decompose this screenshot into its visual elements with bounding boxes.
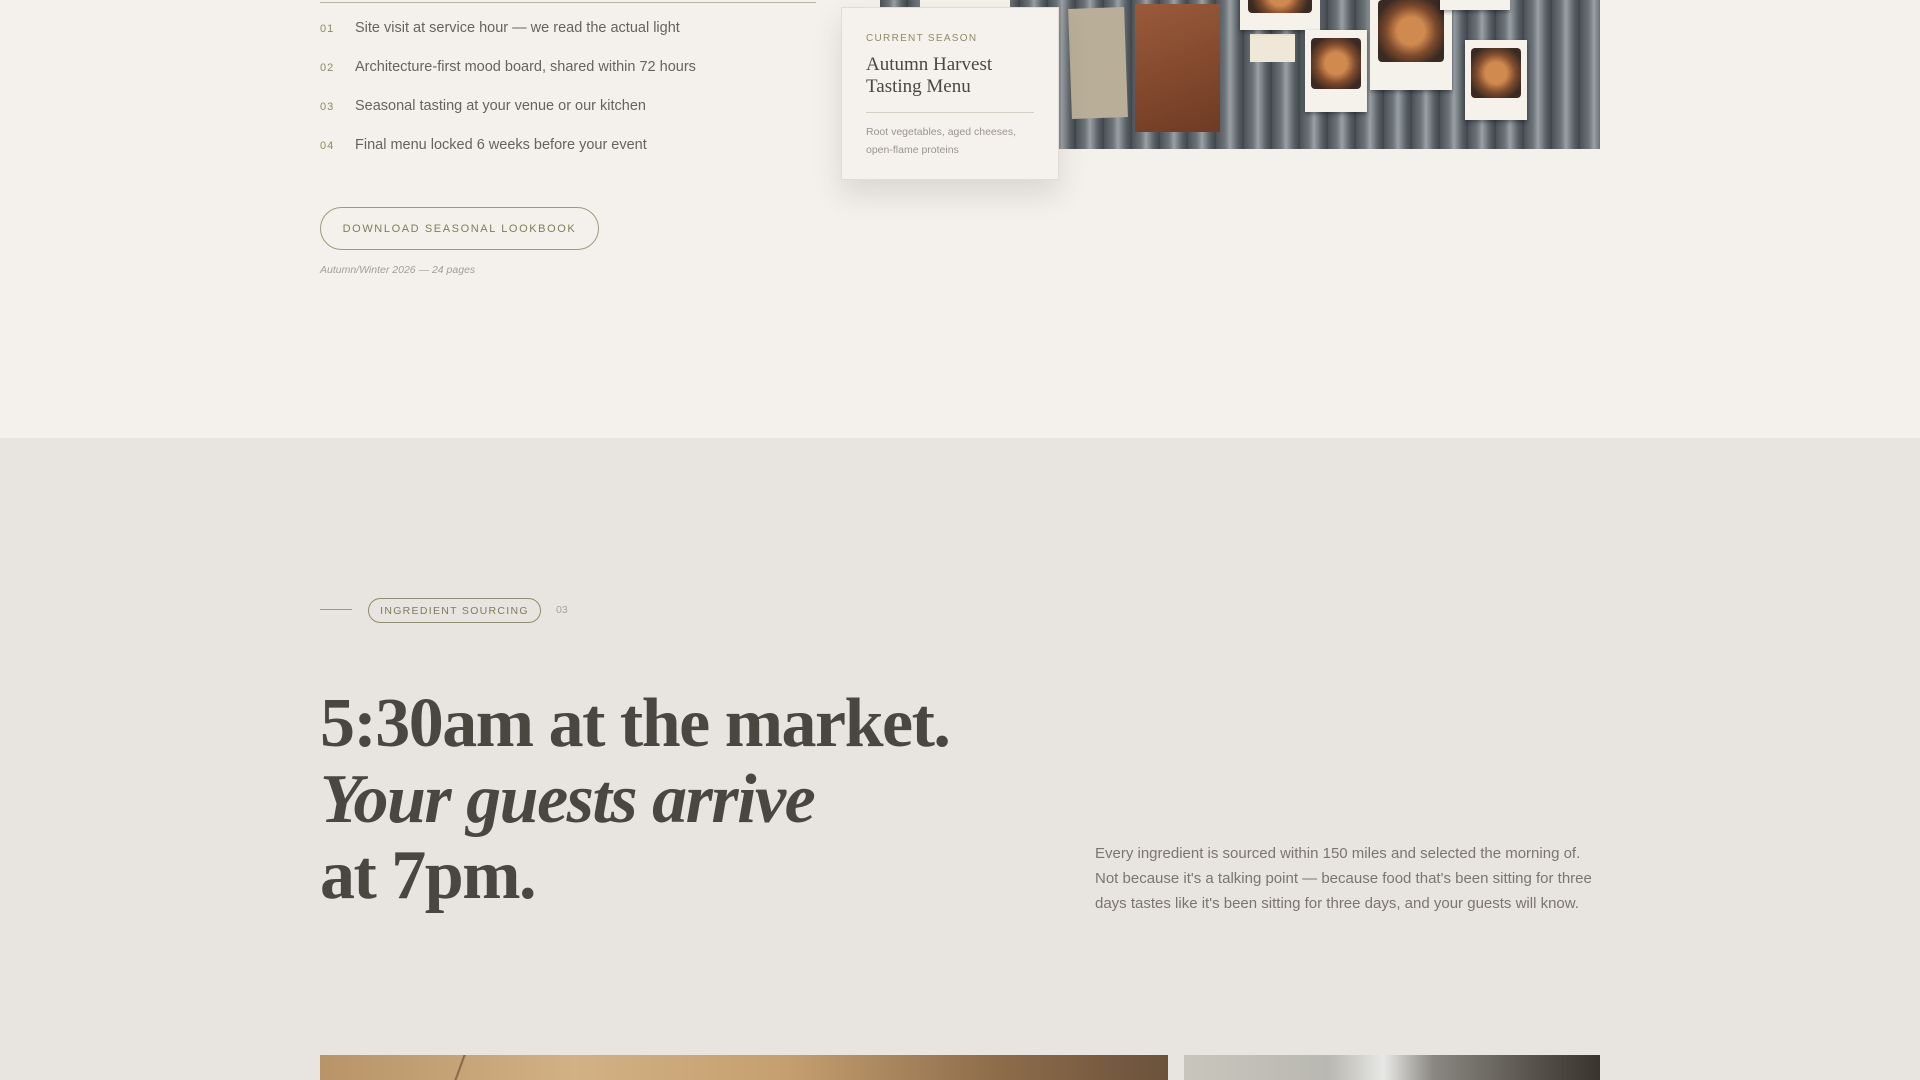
season-title: Autumn Harvest Tasting Menu [866,54,993,97]
step-text: Site visit at service hour — we read the… [355,20,680,36]
list-item: 01 Site visit at service hour — we read … [320,20,820,59]
current-season-card: CURRENT SEASON Autumn Harvest Tasting Me… [841,7,1059,180]
download-lookbook-button[interactable]: DOWNLOAD SEASONAL LOOKBOOK [320,207,599,250]
process-steps-list: 01 Site visit at service hour — we read … [320,20,820,176]
list-item: 03 Seasonal tasting at your venue or our… [320,98,820,137]
season-eyebrow: CURRENT SEASON [866,33,978,44]
section-body-text: Every ingredient is sourced within 150 m… [1095,845,1592,912]
list-item: 02 Architecture-first mood board, shared… [320,59,820,98]
section-number: 03 [556,604,568,616]
lookbook-meta: Autumn/Winter 2026 — 24 pages [320,264,476,276]
headline-line: at 7pm. [320,837,537,914]
kitchen-photo [1184,1055,1600,1080]
list-item: 04 Final menu locked 6 weeks before your… [320,137,820,176]
season-divider [866,112,1034,113]
step-number: 01 [320,23,335,35]
section-divider [320,2,816,3]
step-number: 03 [320,101,335,113]
step-text: Seasonal tasting at your venue or our ki… [355,98,646,114]
eyebrow-rule [320,609,352,610]
step-number: 02 [320,62,335,74]
section-headline: 5:30am at the market. Your guests arrive… [320,685,951,914]
season-description: Root vegetables, aged cheeses, open-flam… [866,126,1017,156]
step-number: 04 [320,140,335,152]
ingredient-sourcing-section: INGREDIENT SOURCING 03 5:30am at the mar… [0,438,1920,1080]
headline-line: 5:30am at the market. [320,685,951,762]
step-text: Architecture-first mood board, shared wi… [355,59,696,75]
headline-line-italic: Your guests arrive [320,761,816,838]
step-text: Final menu locked 6 weeks before your ev… [355,137,647,153]
market-photo [320,1055,1168,1080]
section-eyebrow-pill: INGREDIENT SOURCING [368,598,541,623]
